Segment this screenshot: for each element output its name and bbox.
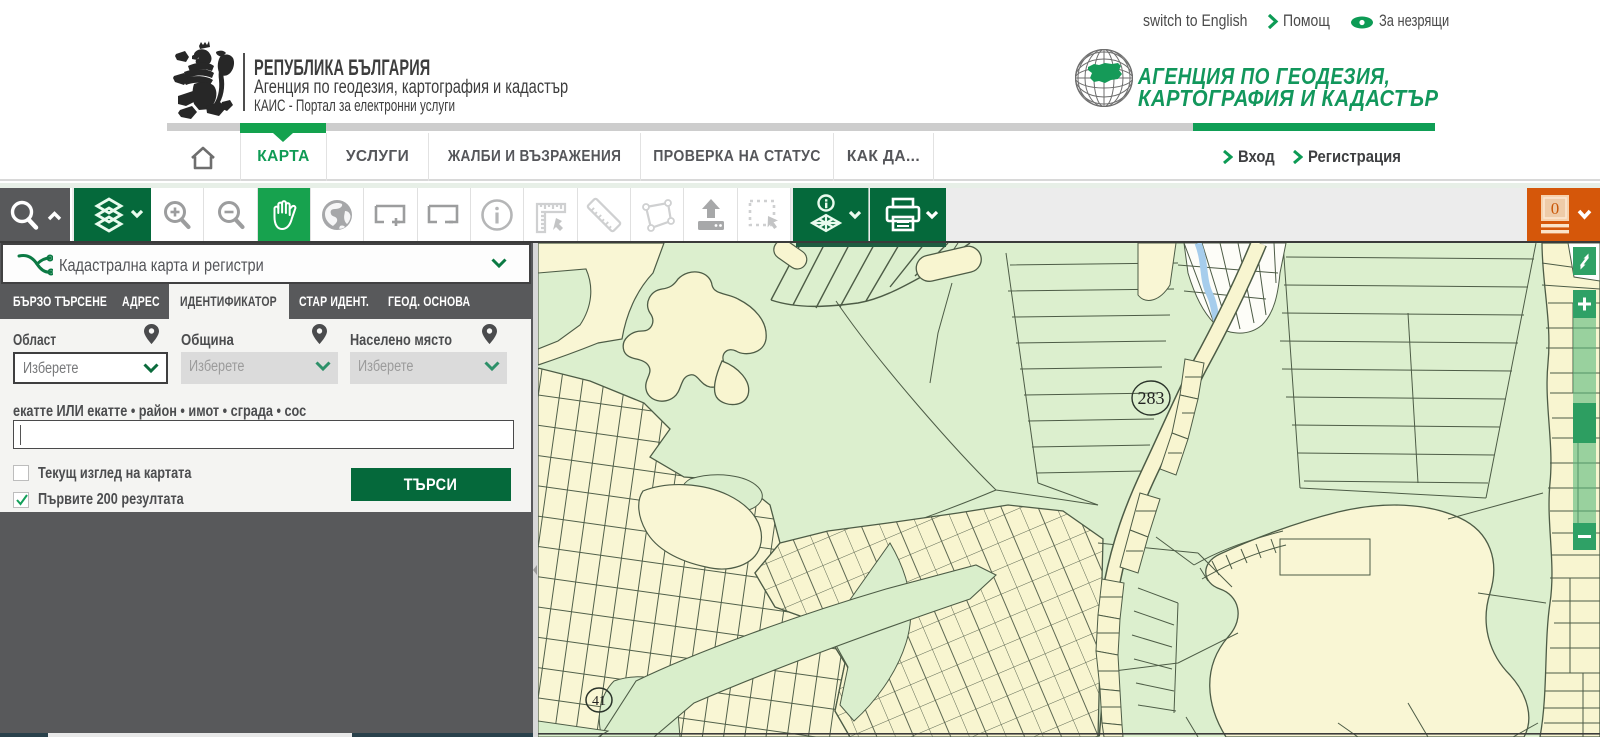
svg-text:0: 0 — [1550, 199, 1559, 218]
svg-text:283: 283 — [1138, 388, 1165, 408]
svg-text:41: 41 — [592, 694, 606, 709]
